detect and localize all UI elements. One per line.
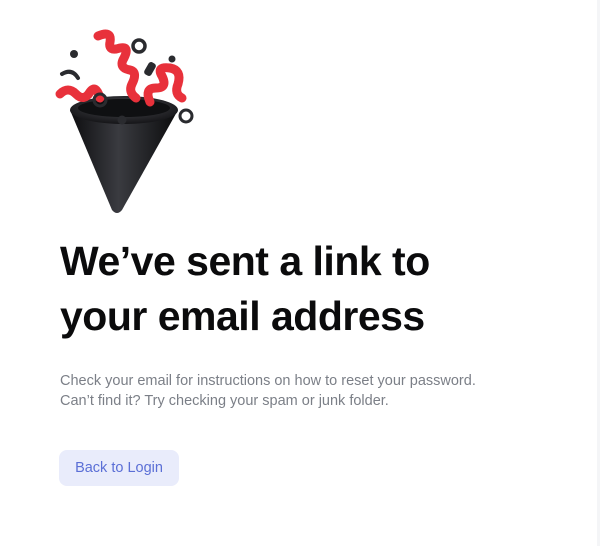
- party-popper-icon: [55, 29, 194, 213]
- back-to-login-button[interactable]: Back to Login: [59, 450, 179, 486]
- instructions-line-2: Can’t find it? Try checking your spam or…: [60, 393, 389, 409]
- confirmation-page: We’ve sent a link to your email address …: [0, 0, 600, 546]
- instructions-line-1: Check your email for instructions on how…: [60, 373, 476, 389]
- instructions-text: Check your email for instructions on how…: [60, 371, 580, 411]
- headline-line-1: We’ve sent a link to: [60, 238, 430, 284]
- page-title: We’ve sent a link to your email address: [60, 234, 580, 344]
- headline-line-2: your email address: [60, 293, 425, 339]
